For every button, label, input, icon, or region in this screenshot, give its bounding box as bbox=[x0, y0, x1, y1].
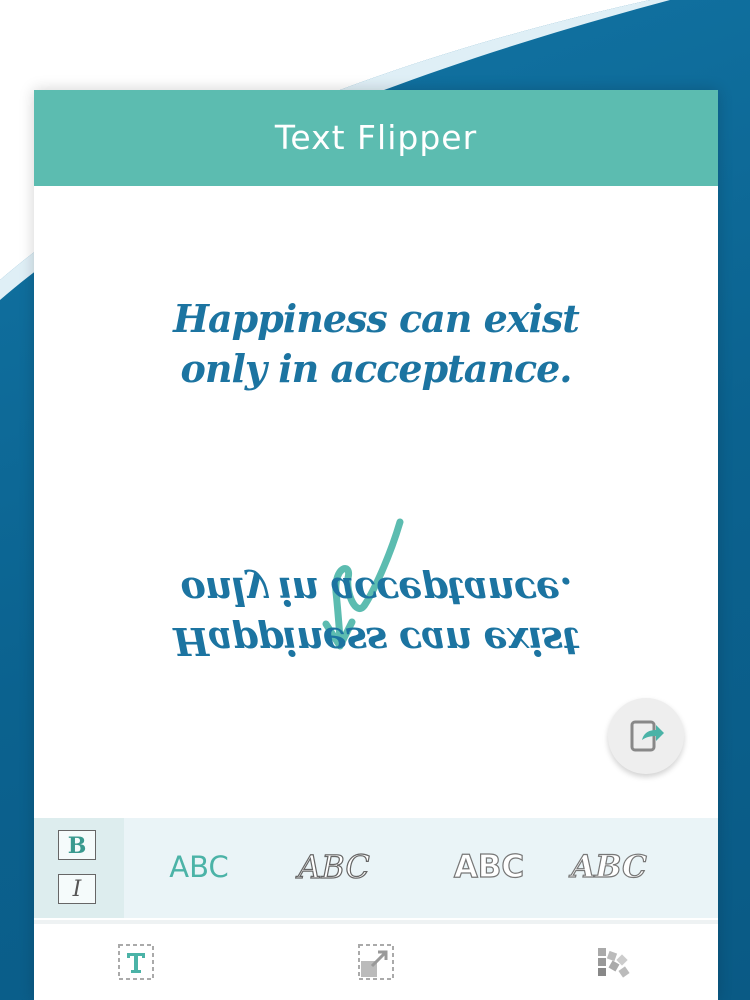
nav-resize-tab[interactable] bbox=[356, 942, 396, 982]
bold-italic-panel: B I bbox=[34, 818, 124, 918]
flipped-quote-text: Happiness can exist only in acceptance. bbox=[34, 566, 718, 666]
bold-button[interactable]: B bbox=[58, 830, 96, 860]
font-option-script[interactable]: ABC bbox=[274, 842, 394, 892]
palette-icon bbox=[598, 948, 630, 978]
quote-line: only in acceptance. bbox=[180, 569, 572, 614]
quote-line: Happiness can exist bbox=[173, 619, 579, 664]
app-screen: Text Flipper Happiness can exist only in… bbox=[34, 90, 718, 1000]
text-icon bbox=[118, 944, 154, 980]
font-option-bubble[interactable]: ABC bbox=[434, 842, 544, 892]
font-option-sans[interactable]: ABC bbox=[154, 842, 244, 892]
italic-button[interactable]: I bbox=[58, 874, 96, 904]
nav-color-tab[interactable] bbox=[594, 942, 634, 982]
font-style-bar: B I ABC ABC ABC ABC bbox=[34, 818, 718, 918]
font-option-outline[interactable]: ABC bbox=[554, 842, 664, 892]
share-button[interactable] bbox=[608, 698, 684, 774]
nav-text-tab[interactable] bbox=[116, 942, 156, 982]
app-title: Text Flipper bbox=[274, 118, 478, 157]
title-bar: Text Flipper bbox=[34, 90, 718, 186]
share-icon bbox=[630, 720, 664, 752]
resize-icon bbox=[358, 944, 394, 980]
bottom-navigation bbox=[34, 924, 718, 1000]
